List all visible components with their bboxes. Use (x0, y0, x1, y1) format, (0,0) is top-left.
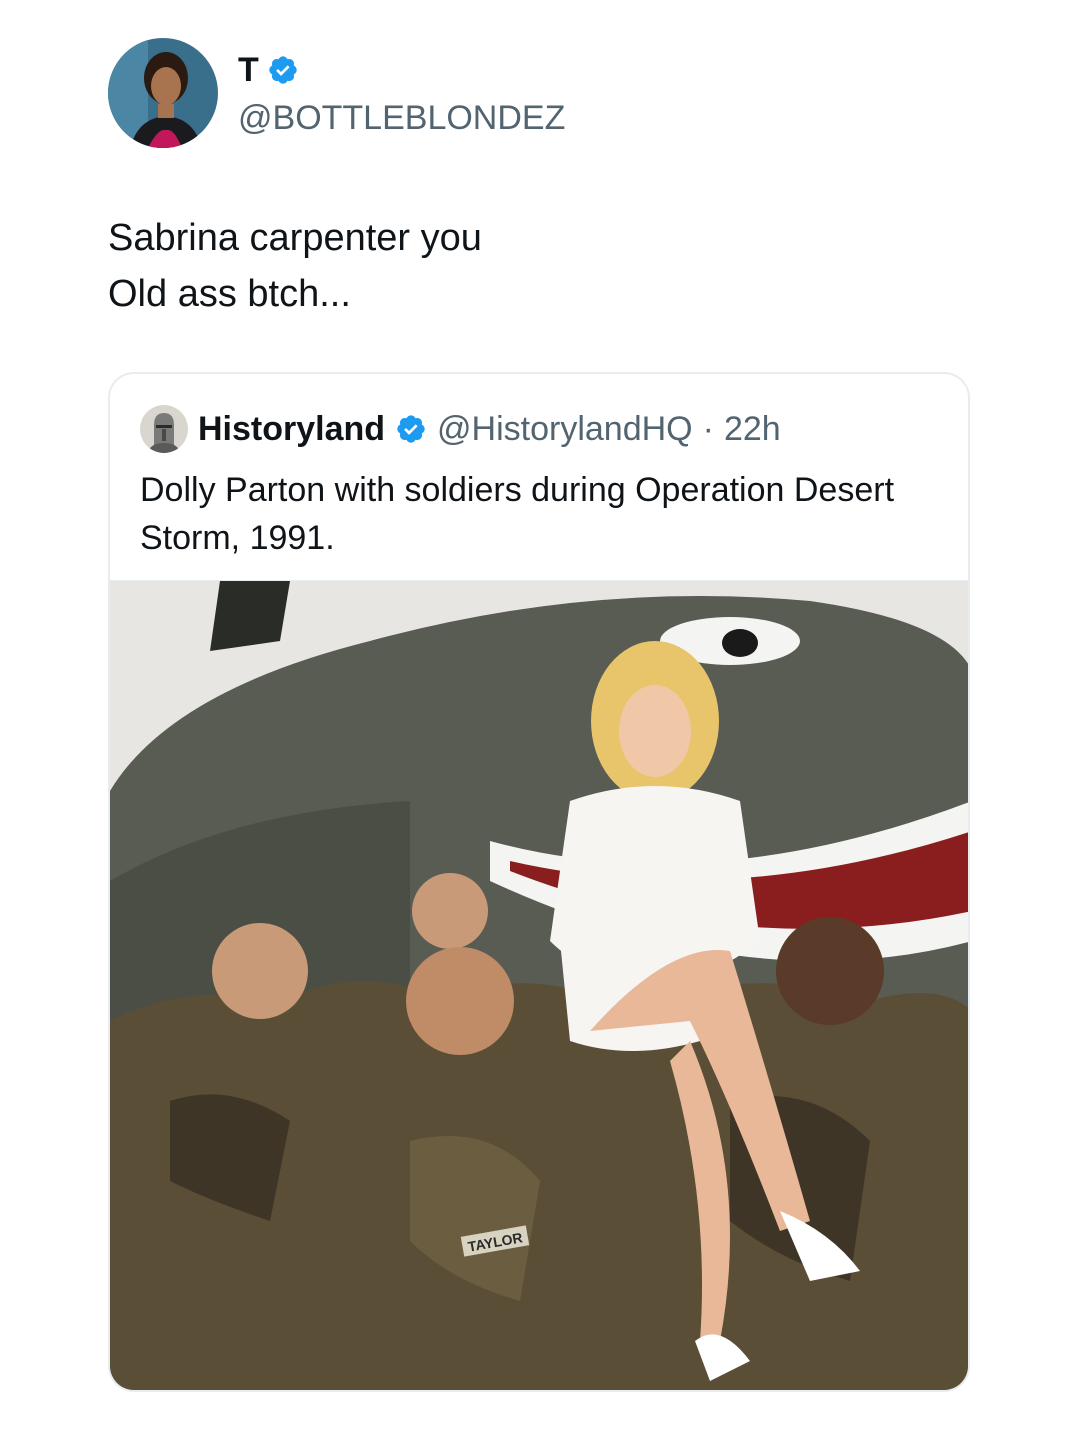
quoted-tweet-text: Dolly Parton with soldiers during Operat… (140, 471, 895, 557)
photo-illustration: TAYLOR (110, 581, 968, 1390)
quoted-author-avatar[interactable] (140, 405, 188, 453)
tweet-text-line: Sabrina carpenter you (108, 217, 482, 259)
quoted-tweet-card[interactable]: Historyland @HistorylandHQ · 22h Dolly P… (108, 372, 970, 1392)
verified-badge-icon (397, 415, 425, 443)
tweet-text: Sabrina carpenter you Old ass btch... (108, 210, 968, 322)
verified-badge-icon (269, 56, 297, 84)
quoted-tweet-photo[interactable]: TAYLOR (110, 581, 968, 1390)
quoted-tweet-timestamp[interactable]: 22h (724, 410, 781, 449)
woman-face (619, 685, 691, 777)
author-display-name: T (238, 51, 259, 89)
author-avatar[interactable] (108, 38, 218, 148)
quoted-author-handle[interactable]: @HistorylandHQ (437, 410, 693, 449)
soldier-head (412, 873, 488, 949)
separator-dot: · (702, 409, 714, 448)
tweet-text-line: Old ass btch... (108, 273, 351, 315)
quoted-author-display-name[interactable]: Historyland (198, 410, 385, 449)
author-display-name-row[interactable]: T (238, 48, 299, 92)
quoted-tweet-header: Historyland @HistorylandHQ · 22h (140, 404, 781, 454)
soldier-head (212, 923, 308, 1019)
shark-pupil (722, 629, 758, 657)
soldier-head (776, 917, 884, 1025)
soldier-head (406, 947, 514, 1055)
author-avatar-image (108, 38, 218, 148)
author-handle[interactable]: @BOTTLEBLONDEZ (238, 96, 565, 140)
aircraft-canopy (210, 581, 290, 651)
knight-helmet-icon (140, 405, 188, 453)
